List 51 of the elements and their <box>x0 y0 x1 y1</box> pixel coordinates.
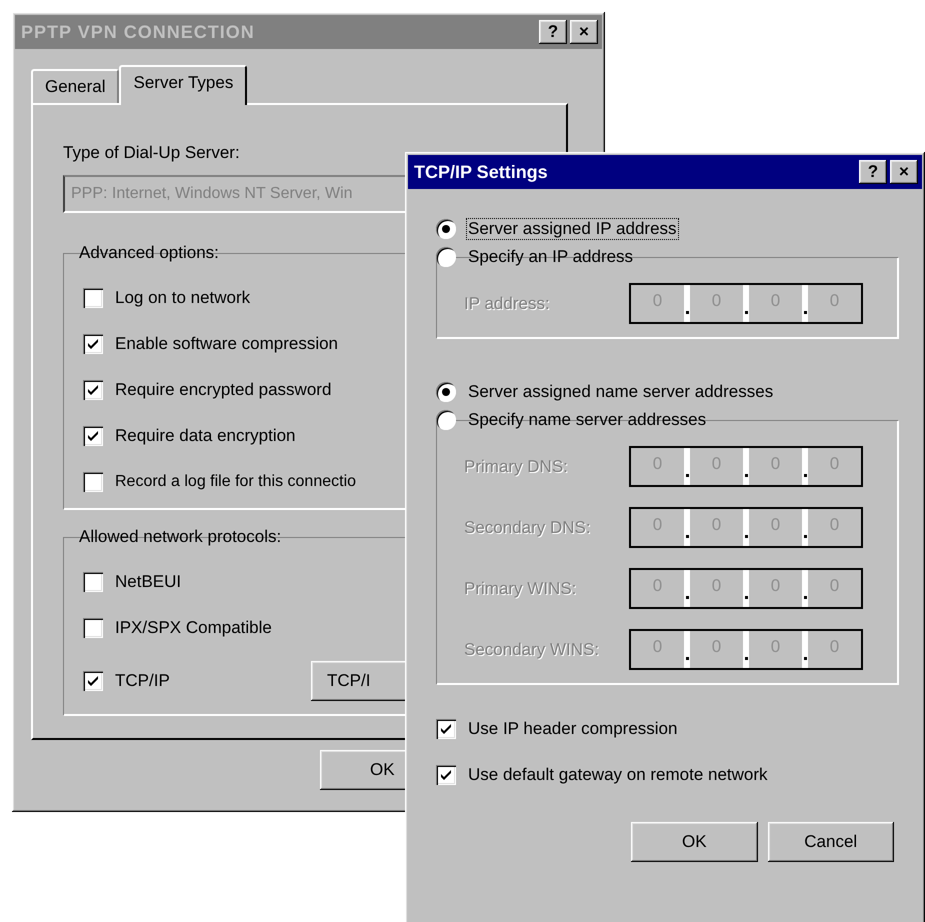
radio-label[interactable]: Specify name server addresses <box>466 409 708 431</box>
radio-button[interactable] <box>436 382 456 402</box>
tab[interactable]: General <box>31 69 120 103</box>
help-button[interactable]: ? <box>859 160 887 184</box>
field-label: IP address: <box>464 294 551 314</box>
radio-label[interactable]: Server assigned name server addresses <box>466 381 776 403</box>
radio-label[interactable]: Server assigned IP address <box>466 218 679 240</box>
checkbox[interactable] <box>83 380 103 400</box>
tab[interactable]: Server Types <box>119 65 248 105</box>
window-title: PPTP VPN CONNECTION <box>21 22 255 42</box>
ok-button[interactable]: OK <box>631 822 758 862</box>
checkbox-label[interactable]: NetBEUI <box>115 572 182 592</box>
cancel-button[interactable]: Cancel <box>768 822 894 862</box>
checkbox[interactable] <box>83 288 103 308</box>
checkmark-icon <box>87 430 99 442</box>
checkbox-label[interactable]: IPX/SPX Compatible <box>115 618 272 638</box>
close-button[interactable]: × <box>570 20 598 44</box>
checkbox[interactable] <box>436 765 456 785</box>
checkbox-label[interactable]: TCP/IP <box>115 671 170 691</box>
checkmark-icon <box>87 675 99 687</box>
radio-button[interactable] <box>436 219 456 239</box>
field-label: Primary DNS: <box>464 456 569 476</box>
field-label: Secondary DNS: <box>464 518 592 538</box>
checkbox-label[interactable]: Use IP header compression <box>468 719 678 739</box>
checkbox-label[interactable]: Record a log file for this connectio <box>115 473 356 491</box>
checkbox[interactable] <box>83 572 103 592</box>
checkbox[interactable] <box>83 334 103 354</box>
field-label: Secondary WINS: <box>464 640 600 660</box>
field-label: Type of Dial-Up Server: <box>63 143 240 163</box>
group-title: Advanced options: <box>79 243 219 263</box>
group-title: Allowed network protocols: <box>79 527 282 547</box>
field-label: Primary WINS: <box>464 578 578 598</box>
checkbox-label[interactable]: Log on to network <box>115 288 250 308</box>
checkbox[interactable] <box>436 719 456 739</box>
checkbox[interactable] <box>83 671 103 691</box>
checkmark-icon <box>440 769 452 781</box>
checkmark-icon <box>440 723 452 735</box>
help-button[interactable]: ? <box>539 20 567 44</box>
radio-button[interactable] <box>436 410 456 430</box>
radio-label[interactable]: Specify an IP address <box>466 246 636 268</box>
checkbox-label[interactable]: Use default gateway on remote network <box>468 765 768 785</box>
checkbox[interactable] <box>83 618 103 638</box>
checkmark-icon <box>87 384 99 396</box>
checkmark-icon <box>87 338 99 350</box>
checkbox-label[interactable]: Require encrypted password <box>115 380 332 400</box>
close-button[interactable]: × <box>890 160 918 184</box>
checkbox-label[interactable]: Enable software compression <box>115 334 338 354</box>
radio-button[interactable] <box>436 247 456 267</box>
checkbox[interactable] <box>83 472 103 492</box>
checkbox-label[interactable]: Require data encryption <box>115 426 296 446</box>
checkbox[interactable] <box>83 426 103 446</box>
